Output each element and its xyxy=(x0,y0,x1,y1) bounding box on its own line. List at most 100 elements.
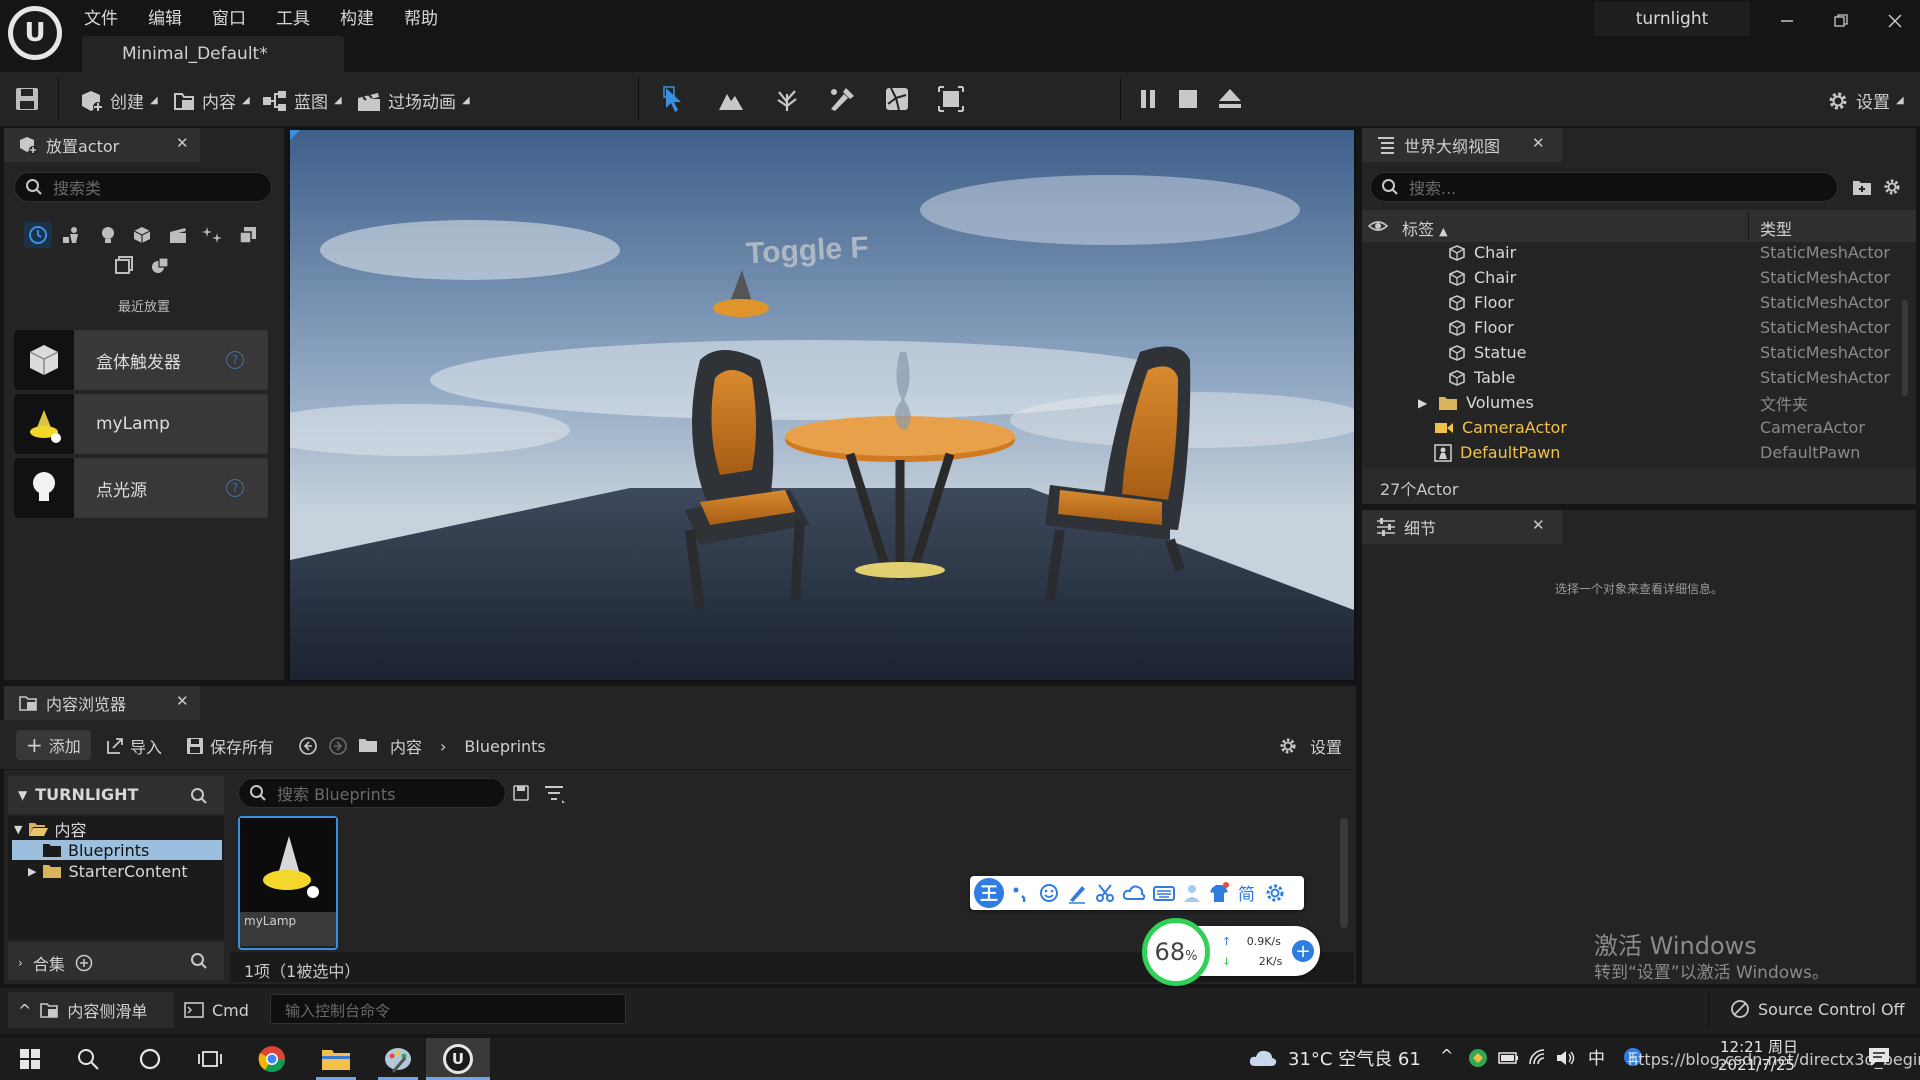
select-mode-icon[interactable] xyxy=(662,86,688,114)
lights-category-icon[interactable] xyxy=(94,222,122,248)
taskbar-search-icon[interactable] xyxy=(64,1038,112,1080)
menu-build[interactable]: 构建 xyxy=(340,4,374,29)
file-explorer-icon[interactable] xyxy=(312,1038,360,1080)
asset-search[interactable]: 搜索 Blueprints xyxy=(238,778,506,808)
outliner-row[interactable]: Statue StaticMeshActor xyxy=(1366,340,1920,365)
content-drawer-button[interactable]: ^ 内容侧滑单 xyxy=(8,992,174,1028)
menu-tools[interactable]: 工具 xyxy=(276,4,310,29)
tray-overflow-icon[interactable]: ^ xyxy=(1440,1046,1453,1065)
import-button[interactable]: 导入 xyxy=(106,734,162,758)
recent-category-icon[interactable] xyxy=(24,222,52,248)
geometry-mode-icon[interactable] xyxy=(938,86,964,112)
close-outliner-icon[interactable]: ✕ xyxy=(1532,134,1545,152)
back-icon[interactable] xyxy=(298,736,318,756)
paint-icon[interactable] xyxy=(374,1038,422,1080)
eject-icon[interactable] xyxy=(1218,88,1242,110)
geometry-category-icon[interactable] xyxy=(146,252,174,278)
toolbar-settings-button[interactable]: 设置 ◢ xyxy=(1826,88,1904,113)
outliner-row[interactable]: DefaultPawn DefaultPawn xyxy=(1366,440,1920,465)
expand-arrow-icon[interactable]: ▶ xyxy=(1418,396,1430,410)
stop-icon[interactable] xyxy=(1178,89,1198,109)
visual-effects-category-icon[interactable] xyxy=(198,222,226,248)
console-command-input[interactable]: 输入控制台命令 xyxy=(270,994,626,1024)
breadcrumb-content[interactable]: 内容 xyxy=(390,734,422,758)
ime-logo[interactable]: 王 xyxy=(974,878,1004,908)
collections-section[interactable]: › 合集 xyxy=(18,951,93,975)
project-root[interactable]: ▼ TURNLIGHT xyxy=(18,785,138,804)
actor-item-box-trigger[interactable]: 盒体触发器 ? xyxy=(14,330,268,390)
outliner-col-type[interactable]: 类型 xyxy=(1760,216,1792,240)
net-widget-plus-icon[interactable]: + xyxy=(1292,940,1314,962)
memory-usage-badge[interactable]: 68% xyxy=(1142,918,1210,986)
forward-icon[interactable] xyxy=(328,736,348,756)
menu-window[interactable]: 窗口 xyxy=(212,4,246,29)
cb-settings-button[interactable]: 设置 xyxy=(1278,734,1342,758)
actor-item-point-light[interactable]: 点光源 ? xyxy=(14,458,268,518)
chrome-icon[interactable] xyxy=(248,1038,296,1080)
volumes-category-icon[interactable] xyxy=(234,222,262,248)
foliage-mode-icon[interactable] xyxy=(774,86,800,112)
help-icon[interactable]: ? xyxy=(226,351,244,369)
battery-icon[interactable] xyxy=(1498,1050,1520,1066)
tree-item-blueprints[interactable]: Blueprints xyxy=(42,840,254,860)
outliner-row[interactable]: ▶ Volumes 文件夹 xyxy=(1366,390,1920,415)
tree-item-startercontent[interactable]: ▶ StarterContent xyxy=(28,861,240,881)
outliner-row[interactable]: CameraActor CameraActor xyxy=(1366,415,1920,440)
basic-category-icon[interactable] xyxy=(58,222,86,248)
tree-item-content[interactable]: ▼ 内容 xyxy=(14,819,226,840)
asset-tile-mylamp[interactable]: myLamp xyxy=(238,816,338,950)
fracture-mode-icon[interactable] xyxy=(884,86,910,112)
document-tab[interactable]: Minimal_Default* xyxy=(82,36,344,72)
unreal-taskbar-icon[interactable]: U xyxy=(426,1038,490,1080)
visibility-eye-icon[interactable] xyxy=(1368,218,1388,234)
mesh-paint-mode-icon[interactable] xyxy=(828,86,856,112)
wifi-icon[interactable] xyxy=(1528,1048,1548,1066)
cmd-button[interactable]: Cmd xyxy=(184,992,264,1028)
outliner-row[interactable]: Table StaticMeshActor xyxy=(1366,365,1920,390)
minimize-button[interactable] xyxy=(1770,8,1804,34)
menu-edit[interactable]: 编辑 xyxy=(148,4,182,29)
outliner-row[interactable]: Chair StaticMeshActor xyxy=(1366,240,1920,265)
pause-icon[interactable] xyxy=(1138,89,1158,109)
save-all-button[interactable]: 保存所有 xyxy=(186,734,274,758)
outliner-row[interactable]: Chair StaticMeshActor xyxy=(1366,265,1920,290)
cortana-icon[interactable] xyxy=(126,1038,174,1080)
help-icon[interactable]: ? xyxy=(226,479,244,497)
ime-toolbar[interactable]: 王 简 xyxy=(970,876,1304,910)
windows-start-icon[interactable] xyxy=(6,1038,54,1080)
breadcrumb-blueprints[interactable]: Blueprints xyxy=(464,737,545,756)
content-browser-tab[interactable]: 内容浏览器 xyxy=(4,686,200,720)
ime-language-indicator[interactable]: 中 xyxy=(1588,1044,1605,1069)
restore-button[interactable] xyxy=(1824,8,1858,34)
landscape-mode-icon[interactable] xyxy=(718,88,744,112)
collections-search-icon[interactable] xyxy=(190,952,208,970)
volume-icon[interactable] xyxy=(1556,1049,1576,1067)
weather-cloud-icon[interactable] xyxy=(1248,1046,1278,1070)
cinematic-category-icon[interactable] xyxy=(164,222,192,248)
blueprint-button[interactable]: 蓝图 ◢ xyxy=(262,88,342,113)
shapes-category-icon[interactable] xyxy=(128,222,156,248)
place-actors-search[interactable]: 搜索类 xyxy=(14,172,272,202)
cinematics-button[interactable]: 过场动画 ◢ xyxy=(356,88,470,113)
task-view-icon[interactable] xyxy=(186,1038,234,1080)
save-icon[interactable] xyxy=(14,86,40,112)
notification-center-icon[interactable] xyxy=(1868,1047,1890,1067)
filter-icon[interactable] xyxy=(544,784,566,804)
outliner-row[interactable]: Floor StaticMeshActor xyxy=(1366,290,1920,315)
outliner-scrollbar[interactable] xyxy=(1902,300,1908,396)
weather-text[interactable]: 31°C 空气良 61 xyxy=(1288,1045,1421,1071)
source-control-status[interactable]: Source Control Off xyxy=(1730,999,1905,1019)
close-content-browser-icon[interactable]: ✕ xyxy=(176,692,189,710)
actor-item-mylamp[interactable]: myLamp xyxy=(14,394,268,454)
place-actors-tab[interactable]: 放置actor xyxy=(4,128,200,162)
asset-scrollbar[interactable] xyxy=(1340,818,1348,928)
unreal-logo-icon[interactable]: U xyxy=(8,6,62,60)
menu-help[interactable]: 帮助 xyxy=(404,4,438,29)
outliner-settings-icon[interactable] xyxy=(1882,177,1902,197)
outliner-search[interactable]: 搜索... xyxy=(1370,172,1838,202)
content-button[interactable]: 内容 ◢ xyxy=(172,88,250,113)
outliner-col-label[interactable]: 标签 ▲ xyxy=(1402,216,1448,240)
new-folder-icon[interactable] xyxy=(1852,178,1872,196)
menu-file[interactable]: 文件 xyxy=(84,4,118,29)
tray-app-icon[interactable] xyxy=(1468,1048,1488,1068)
